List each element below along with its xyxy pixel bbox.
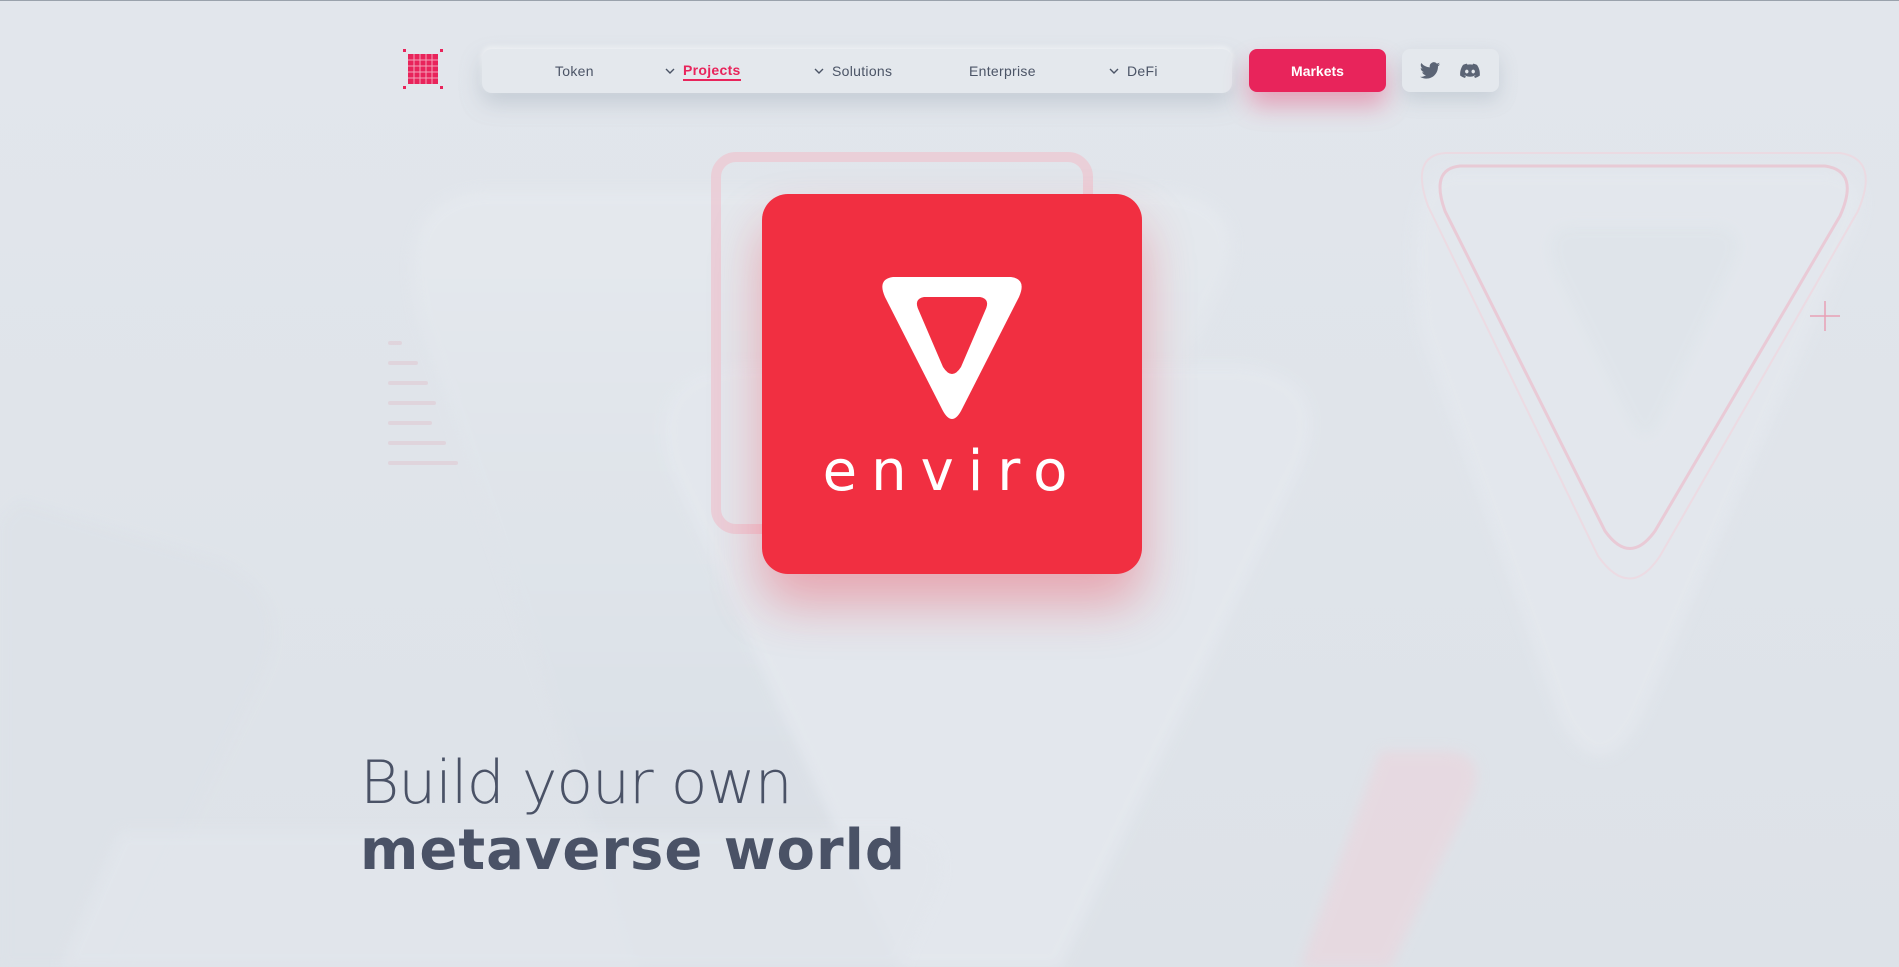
brand-logo-icon[interactable] xyxy=(403,49,443,89)
nav-item-label: Enterprise xyxy=(969,63,1036,79)
page: Token Projects Solutions Enterprise DeFi… xyxy=(0,0,1899,967)
nav-item-projects[interactable]: Projects xyxy=(665,49,741,93)
main-nav: Token Projects Solutions Enterprise DeFi xyxy=(482,49,1232,93)
nav-item-token[interactable]: Token xyxy=(555,49,594,93)
twitter-icon[interactable] xyxy=(1419,60,1441,82)
markets-button[interactable]: Markets xyxy=(1249,49,1386,92)
nav-item-label: Solutions xyxy=(832,63,893,79)
nav-item-solutions[interactable]: Solutions xyxy=(814,49,892,93)
nav-item-label: DeFi xyxy=(1127,63,1158,79)
nav-item-label: Token xyxy=(555,63,594,79)
enviro-triangle-icon xyxy=(882,277,1022,419)
headline-line-2: metaverse world xyxy=(360,818,906,883)
chevron-down-icon xyxy=(814,68,824,74)
nav-item-label: Projects xyxy=(683,62,741,81)
decorative-lines xyxy=(388,341,458,481)
hero-logo-card: enviro xyxy=(762,194,1142,574)
chevron-down-icon xyxy=(1109,68,1119,74)
discord-icon[interactable] xyxy=(1459,60,1481,82)
social-links xyxy=(1402,49,1499,92)
hero-headline: Build your own metaverse world xyxy=(360,753,906,879)
headline-line-1: Build your own xyxy=(360,748,793,818)
chevron-down-icon xyxy=(665,68,675,74)
nav-item-enterprise[interactable]: Enterprise xyxy=(969,49,1036,93)
brand-wordmark: enviro xyxy=(822,439,1082,504)
nav-item-defi[interactable]: DeFi xyxy=(1109,49,1158,93)
